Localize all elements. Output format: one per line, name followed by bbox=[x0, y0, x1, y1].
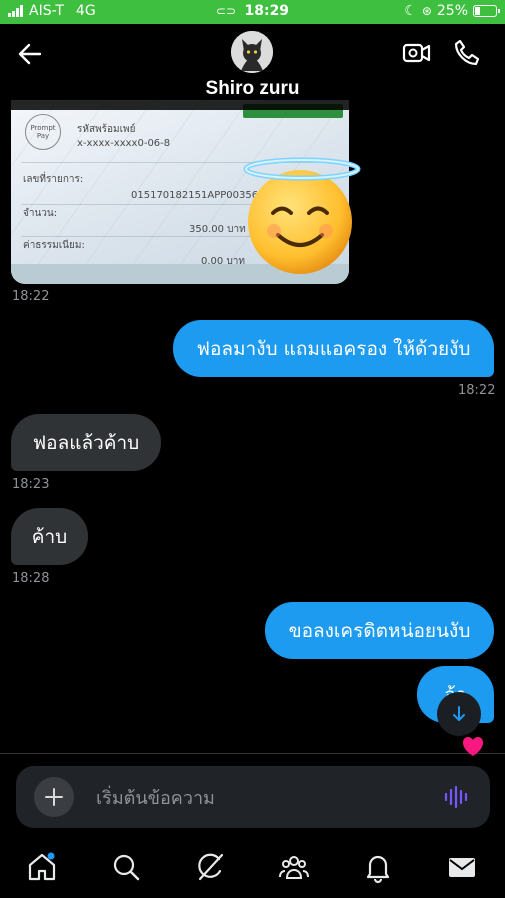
fee-label: ค่าธรรมเนียม: bbox=[23, 240, 85, 251]
promptpay-id: x-xxxx-xxxx0-06-8 bbox=[77, 138, 171, 149]
arrow-left-icon bbox=[18, 43, 42, 65]
message-text: ฟอลแล้วค้าบ bbox=[32, 431, 140, 454]
message-text: ขอลงเครดิตหน่อยนงับ bbox=[288, 619, 471, 642]
message-time: 18:28 bbox=[12, 571, 50, 586]
promptpay-label: รหัสพร้อมเพย์ bbox=[77, 124, 136, 135]
message-input[interactable] bbox=[94, 782, 418, 814]
mail-icon bbox=[449, 858, 475, 877]
nav-home[interactable] bbox=[25, 850, 59, 884]
voice-message-button[interactable] bbox=[442, 783, 470, 811]
promptpay-logo: Prompt Pay bbox=[25, 114, 61, 150]
add-media-button[interactable] bbox=[34, 777, 74, 817]
incoming-message[interactable]: ค้าบ bbox=[11, 508, 88, 565]
nav-grok[interactable] bbox=[193, 850, 227, 884]
nav-communities[interactable] bbox=[277, 850, 311, 884]
link-icon: ⊂⊃ bbox=[215, 4, 237, 18]
phone-icon bbox=[454, 39, 480, 66]
incoming-message[interactable]: ฟอลแล้วค้าบ bbox=[11, 414, 161, 471]
communities-icon bbox=[279, 856, 309, 879]
nav-search[interactable] bbox=[109, 850, 143, 884]
battery-percent: 25% bbox=[436, 3, 468, 19]
home-icon bbox=[28, 852, 56, 881]
message-text: ค้าบ bbox=[31, 525, 68, 548]
video-call-button[interactable] bbox=[401, 38, 433, 68]
ref-label: เลขที่รายการ: bbox=[23, 174, 84, 185]
nav-notifications[interactable] bbox=[361, 850, 395, 884]
search-icon bbox=[113, 854, 140, 881]
amount-label: จำนวน: bbox=[23, 208, 58, 219]
grok-icon bbox=[198, 853, 224, 881]
message-composer bbox=[16, 766, 490, 828]
battery-icon bbox=[473, 5, 500, 17]
lock-rotation-icon: ⊛ bbox=[421, 4, 432, 18]
scroll-to-bottom-button[interactable] bbox=[437, 692, 481, 736]
smiling-face-with-halo-icon bbox=[243, 157, 361, 274]
amount-value: 350.00 บาท bbox=[189, 224, 246, 235]
heart-reaction-icon[interactable] bbox=[461, 735, 485, 757]
message-time: 18:22 bbox=[458, 383, 496, 398]
conversation-header: Shiro zuru bbox=[0, 24, 505, 110]
contact-name: Shiro zuru bbox=[205, 78, 300, 99]
voice-wave-icon bbox=[444, 785, 468, 809]
plus-icon bbox=[45, 788, 63, 806]
moon-icon: ☾ bbox=[404, 3, 417, 19]
message-time: 18:22 bbox=[12, 289, 50, 304]
arrow-down-icon bbox=[453, 706, 465, 721]
video-camera-icon bbox=[402, 43, 431, 63]
bottom-navigation bbox=[0, 840, 505, 898]
bell-icon bbox=[366, 855, 390, 884]
outgoing-message[interactable]: ขอลงเครดิตหน่อยนงับ bbox=[265, 602, 494, 659]
back-button[interactable] bbox=[14, 38, 46, 70]
avatar[interactable] bbox=[231, 31, 273, 73]
divider bbox=[0, 753, 505, 754]
clock: 18:29 bbox=[244, 3, 290, 19]
message-time: 18:23 bbox=[12, 477, 50, 492]
outgoing-message[interactable]: ฟอลมางับ แถมแอครอง ให้ด้วยงับ bbox=[173, 320, 494, 377]
message-text: ฟอลมางับ แถมแอครอง ให้ด้วยงับ bbox=[196, 337, 471, 360]
nav-messages[interactable] bbox=[445, 850, 479, 884]
call-button[interactable] bbox=[451, 36, 483, 68]
ref-value: 015170182151APP00356 bbox=[131, 190, 259, 201]
status-bar: AIS-T 4G ⊂⊃ 18:29 ☾ ⊛ 25% bbox=[0, 0, 505, 24]
